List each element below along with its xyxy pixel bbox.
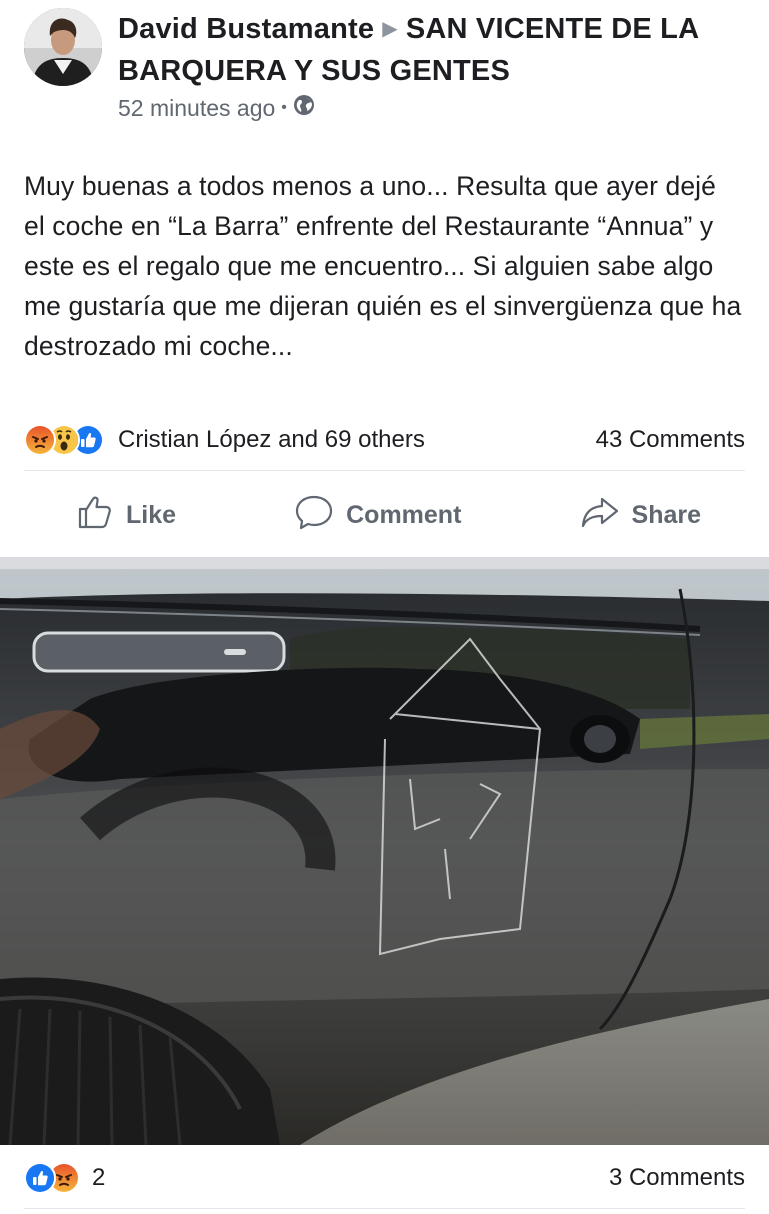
scratched-car-door-image <box>0 569 769 1145</box>
section-gap <box>0 557 769 569</box>
like-button[interactable]: Like <box>76 493 176 538</box>
reactions-summary-text: Cristian López and 69 others <box>118 426 425 453</box>
photo-reaction-count: 2 <box>92 1164 106 1191</box>
post-photo[interactable] <box>0 569 769 1145</box>
reactions-summary[interactable]: Cristian López and 69 others <box>24 424 425 456</box>
photo-reactions[interactable]: 2 <box>24 1162 105 1194</box>
author-name[interactable]: David Bustamante <box>118 13 374 45</box>
comment-bubble-icon <box>294 493 346 538</box>
arrow-right-icon: ▶ <box>382 18 398 40</box>
divider <box>24 1208 745 1209</box>
photo-reaction-icons <box>24 1162 80 1194</box>
comments-count-link[interactable]: 43 Comments <box>596 426 745 454</box>
globe-icon <box>293 94 315 122</box>
like-label: Like <box>126 500 177 529</box>
share-label: Share <box>631 500 701 529</box>
post-header: David Bustamante ▶ SAN VICENTE DE LA BARQU… <box>0 0 769 140</box>
photo-comments-link[interactable]: 3 Comments <box>609 1164 745 1192</box>
author-avatar[interactable] <box>24 8 102 86</box>
reaction-icons <box>24 424 104 456</box>
post-title: David Bustamante ▶ SAN VICENTE DE LA BARQU… <box>118 10 748 91</box>
reactions-bar: Cristian López and 69 others 43 Comments <box>24 420 745 460</box>
post-actions: Like Comment Share <box>24 488 745 542</box>
thumbs-up-icon <box>76 493 126 538</box>
share-arrow-icon <box>580 493 632 538</box>
post-timestamp[interactable]: 52 minutes ago <box>118 95 275 122</box>
comment-label: Comment <box>346 500 462 529</box>
angry-reaction-icon <box>24 424 56 456</box>
like-reaction-icon <box>24 1162 56 1194</box>
photo-footer: 2 3 Comments <box>24 1158 745 1198</box>
post-meta: 52 minutes ago • <box>118 94 315 122</box>
separator-dot: • <box>281 99 287 116</box>
post-body-text: Muy buenas a todos menos a uno... Result… <box>24 171 742 361</box>
comment-button[interactable]: Comment <box>294 493 461 538</box>
divider <box>24 470 745 471</box>
share-button[interactable]: Share <box>580 493 701 538</box>
